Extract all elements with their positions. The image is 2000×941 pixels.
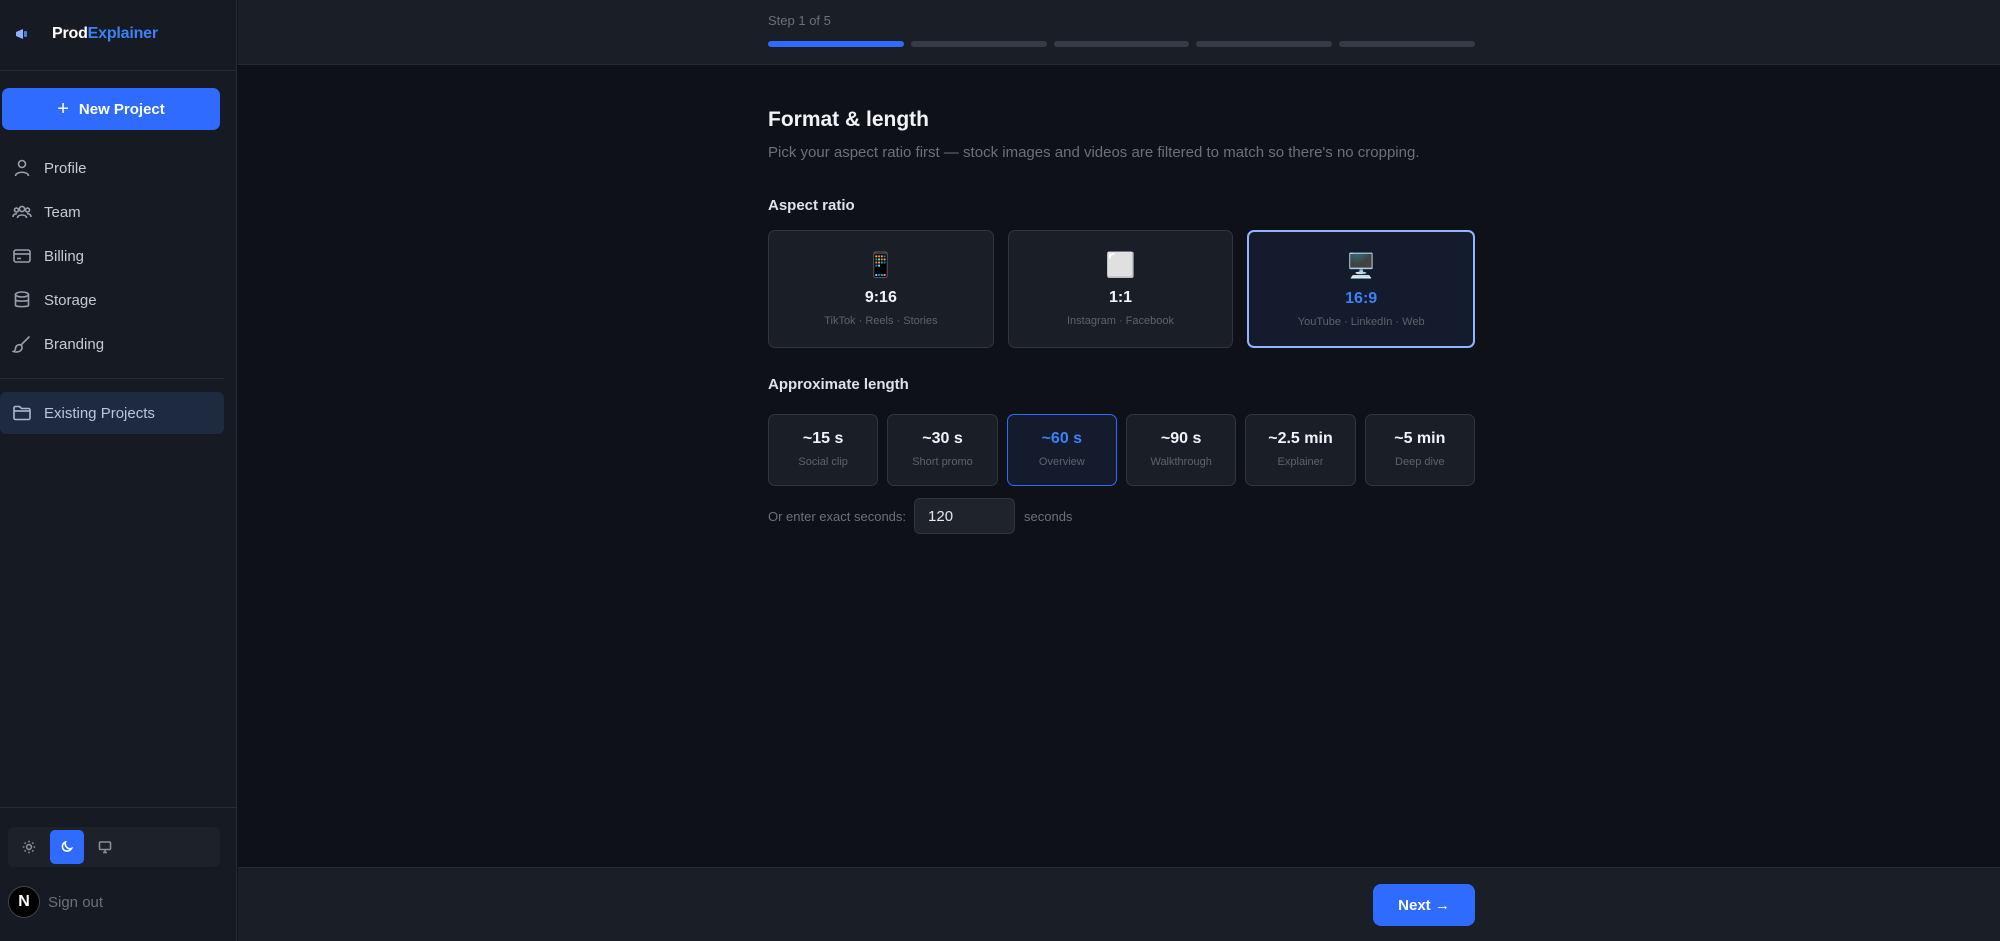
length-options: ~15 s Social clip ~30 s Short promo ~60 … [768,414,1475,486]
progress-segment [910,41,1047,47]
aspect-option-16-9[interactable]: 🖥️ 16:9 YouTube · LinkedIn · Web [1247,230,1476,348]
length-value: ~5 min [1394,430,1446,447]
length-value: ~90 s [1160,430,1202,447]
sidebar-item-storage[interactable]: Storage [0,278,237,322]
square-icon: ⬜ [1105,252,1136,279]
length-option-5min[interactable]: ~5 min Deep dive [1364,414,1475,486]
aspect-ratio-value: 1:1 [1108,289,1133,306]
page-title: Format & length [768,108,929,131]
sidebar-item-label: Billing [44,247,85,265]
aspect-option-9-16[interactable]: 📱 9:16 TikTok · Reels · Stories [768,230,994,348]
aspect-ratio-value: 16:9 [1345,290,1378,307]
length-option-15s[interactable]: ~15 s Social clip [768,414,879,486]
length-value: ~30 s [922,430,963,447]
page-heading: Format & length Pick your aspect ratio f… [768,108,1475,161]
progress-segment [1339,41,1475,47]
sidebar-divider [0,378,224,379]
length-value: ~2.5 min [1268,430,1333,447]
brand-name-prod: Prod [52,25,88,42]
length-description: Overview [1038,456,1085,468]
phone-icon: 📱 [865,252,896,279]
length-description: Social clip [798,456,848,468]
sun-icon [22,840,36,854]
sidebar-divider [0,70,237,71]
sidebar: ProdExplainer + New Project Profile Team… [0,0,237,941]
avatar: N [8,886,40,918]
length-option-30s[interactable]: ~30 s Short promo [887,414,998,486]
desktop-icon: 🖥️ [1346,253,1377,280]
length-value: ~15 s [802,430,844,447]
sidebar-item-label: Storage [44,291,97,309]
length-option-60s[interactable]: ~60 s Overview [1006,414,1117,486]
sidebar-item-profile[interactable]: Profile [0,146,237,190]
paintbrush-icon [12,335,31,353]
length-description: Deep dive [1395,456,1445,468]
exact-seconds-unit: seconds [1024,508,1073,524]
sign-out-button[interactable]: N Sign out [8,886,103,918]
sidebar-item-team[interactable]: Team [0,190,237,234]
theme-system-button[interactable] [88,830,122,864]
aspect-platforms: YouTube · LinkedIn · Web [1297,316,1425,328]
length-description: Explainer [1277,456,1324,468]
next-button[interactable]: Next → [1373,884,1475,926]
length-value: ~60 s [1041,430,1083,447]
progress-segment [1196,41,1333,47]
sidebar-item-label: Team [44,203,81,221]
credit-card-icon [13,249,31,263]
length-option-2-5min[interactable]: ~2.5 min Explainer [1245,414,1356,486]
progress-segment [1053,41,1190,47]
length-heading: Approximate length [768,376,909,393]
sidebar-item-billing[interactable]: Billing [0,234,237,278]
new-project-label: New Project [78,100,165,118]
sign-out-label: Sign out [48,893,104,911]
theme-light-button[interactable] [12,830,46,864]
page-subtitle: Pick your aspect ratio first — stock ima… [768,144,1420,161]
aspect-ratio-value: 9:16 [864,289,897,306]
exact-seconds-row: Or enter exact seconds: seconds [768,498,1072,534]
brand-name: ProdExplainer [52,25,158,43]
sidebar-item-label: Profile [44,159,87,177]
database-icon [14,291,30,308]
aspect-platforms: Instagram · Facebook [1067,315,1174,327]
exact-seconds-label: Or enter exact seconds: [768,508,907,524]
theme-toggle [8,827,220,867]
aspect-option-1-1[interactable]: ⬜ 1:1 Instagram · Facebook [1007,230,1234,348]
length-description: Short promo [912,456,973,468]
plus-icon: + [57,98,69,120]
step-progress-bar [768,41,1475,47]
new-project-button[interactable]: + New Project [2,88,220,130]
aspect-ratio-heading: Aspect ratio [768,197,855,214]
moon-icon [61,840,74,852]
aspect-platforms: TikTok · Reels · Stories [824,315,938,327]
brand[interactable]: ProdExplainer [14,22,158,46]
sidebar-divider [0,807,237,808]
length-option-90s[interactable]: ~90 s Walkthrough [1125,414,1237,486]
length-description: Walkthrough [1150,456,1212,468]
sidebar-item-branding[interactable]: Branding [0,322,237,366]
sidebar-item-label: Branding [44,335,105,353]
brand-name-explainer: Explainer [87,25,158,42]
sidebar-item-existing-projects[interactable]: Existing Projects [0,392,224,434]
aspect-ratio-options: 📱 9:16 TikTok · Reels · Stories ⬜ 1:1 In… [768,230,1476,348]
sidebar-nav: Profile Team Billing Storage Branding [0,146,237,366]
progress-segment [768,41,904,47]
user-icon [14,159,30,177]
exact-seconds-input[interactable] [914,498,1016,534]
megaphone-icon [16,29,27,39]
step-indicator: Step 1 of 5 [768,13,831,28]
team-icon [12,205,32,219]
wizard-header: Step 1 of 5 [238,0,2000,65]
theme-dark-button[interactable] [50,830,84,864]
wizard-footer [238,867,2000,941]
folder-icon [13,405,31,421]
sidebar-item-label: Existing Projects [44,404,155,422]
monitor-icon [98,841,112,854]
